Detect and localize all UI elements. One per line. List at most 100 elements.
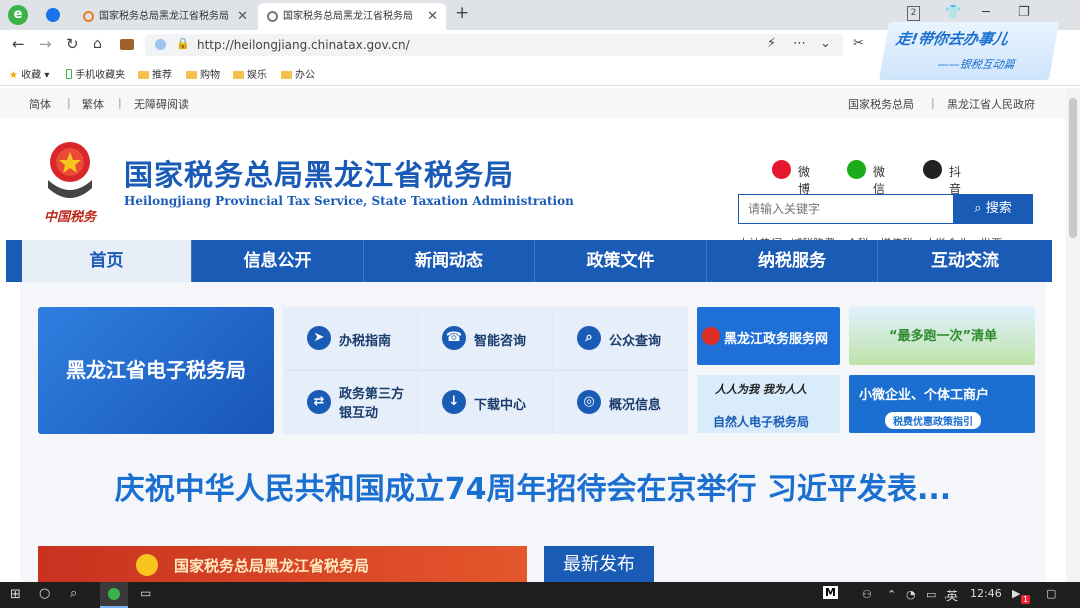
search-button[interactable]: ⌕ 搜索 — [953, 194, 1033, 224]
site-title[interactable]: 国家税务总局黑龙江省税务局 — [124, 152, 514, 194]
nav-info[interactable]: 信息公开 — [192, 240, 364, 282]
minimize-button[interactable]: ─ — [982, 6, 990, 20]
tab-1[interactable]: 国家税务总局黑龙江省税务局 ✕ — [74, 3, 256, 30]
telegram-icon[interactable] — [46, 8, 60, 22]
banner-gov-service[interactable]: 黑龙江政务服务网 — [697, 307, 840, 365]
zoom-icon[interactable]: ⌕ — [70, 586, 77, 601]
banner-run-once[interactable]: “最多跑一次”清单 — [849, 307, 1035, 365]
link-sta[interactable]: 国家税务总局 — [848, 96, 914, 112]
lightning-icon[interactable]: ⚡ — [767, 37, 776, 51]
banner-small-business[interactable]: 小微企业、个体工商户 税费优惠政策指引 — [849, 375, 1035, 433]
new-tab-button[interactable]: + — [455, 5, 469, 22]
close-icon[interactable]: ✕ — [427, 3, 438, 30]
wechat-icon — [847, 160, 866, 179]
bookmark-recommend[interactable]: 推荐 — [138, 66, 172, 81]
shield-icon — [155, 39, 166, 50]
divider: | — [931, 96, 935, 109]
globe-icon — [267, 11, 278, 22]
bookmark-office[interactable]: 办公 — [281, 66, 315, 81]
red-banner[interactable]: 国家税务总局黑龙江省税务局 — [38, 546, 527, 582]
banner-natural-person[interactable]: 人人为我 我为人人 自然人电子税务局 — [697, 375, 840, 433]
clock[interactable]: 12:46 — [970, 587, 1002, 600]
network-icon[interactable]: ◔ — [906, 588, 916, 601]
globe-icon: ◎ — [577, 390, 601, 414]
nav-service[interactable]: 纳税服务 — [707, 240, 878, 282]
search-circle-icon[interactable]: ○ — [39, 586, 50, 601]
url-text: http://heilongjiang.chinatax.gov.cn/ — [197, 38, 410, 52]
nav-news[interactable]: 新闻动态 — [364, 240, 535, 282]
site-title-en: Heilongjiang Provincial Tax Service, Sta… — [124, 194, 574, 208]
main-nav: 首页 信息公开 新闻动态 政策文件 纳税服务 互动交流 — [6, 240, 1052, 282]
service-guide[interactable]: ➤ 办税指南 — [283, 307, 417, 369]
home-icon[interactable]: ⌂ — [93, 37, 102, 51]
service-download[interactable]: ↓ 下载中心 — [418, 371, 552, 434]
emblem-icon[interactable] — [38, 140, 102, 206]
link-simplified[interactable]: 简体 — [29, 96, 51, 112]
chevron-down-icon[interactable]: ⌄ — [820, 37, 831, 51]
folder-icon — [233, 71, 244, 79]
folder-icon — [186, 71, 197, 79]
phone-icon — [66, 69, 72, 79]
nav-interaction[interactable]: 互动交流 — [878, 240, 1052, 282]
site-header: 中国税务 国家税务总局黑龙江省税务局 Heilongjiang Provinci… — [0, 118, 1066, 250]
more-icon[interactable]: ⋯ — [793, 37, 806, 51]
link-traditional[interactable]: 繁体 — [82, 96, 104, 112]
divider: | — [118, 96, 122, 109]
insecure-lock-icon[interactable]: 🔒 — [176, 37, 190, 51]
folder-icon — [281, 71, 292, 79]
search-input[interactable] — [738, 194, 954, 224]
tab-favicon-icon — [83, 11, 94, 22]
forward-icon[interactable]: → — [39, 37, 52, 52]
tab-count-button[interactable]: 2 — [907, 6, 920, 21]
tab-2[interactable]: 国家税务总局黑龙江省税务局 ✕ — [258, 3, 446, 30]
back-icon[interactable]: ← — [12, 37, 25, 52]
emblem-caption: 中国税务 — [44, 210, 97, 225]
scissors-icon[interactable]: ✂ — [853, 37, 864, 51]
link-accessibility[interactable]: 无障碍阅读 — [134, 96, 189, 112]
etax-button[interactable]: 黑龙江省电子税务局 — [38, 307, 274, 434]
chevron-up-icon[interactable]: ⌃ — [887, 588, 896, 601]
battery-icon[interactable]: ▭ — [926, 588, 936, 601]
service-overview[interactable]: ◎ 概况信息 — [553, 371, 688, 434]
reload-icon[interactable]: ↻ — [66, 37, 79, 52]
promo-subtitle: ——银税互动篇 — [936, 58, 1016, 71]
headline-link[interactable]: 庆祝中华人民共和国成立74周年招待会在京举行 习近平发表... — [0, 464, 1066, 508]
bookmark-mobile[interactable]: 手机收藏夹 — [66, 66, 125, 81]
top-strip: 简体 | 繁体 | 无障碍阅读 国家税务总局 | 黑龙江省人民政府 — [0, 88, 1066, 118]
service-consult[interactable]: ☎ 智能咨询 — [418, 307, 552, 369]
service-query[interactable]: ⌕ 公众查询 — [553, 307, 688, 369]
chevron-down-icon: ▾ — [44, 70, 50, 81]
close-icon[interactable]: ✕ — [237, 3, 248, 30]
headset-icon: ☎ — [442, 326, 466, 350]
action-center-icon[interactable]: ▢ — [1046, 587, 1056, 600]
divider: | — [67, 96, 71, 109]
service-bank-tax[interactable]: ⇄ 政务第三方银互动 — [283, 371, 417, 434]
tab-title: 国家税务总局黑龙江省税务局 — [283, 11, 413, 22]
m-app-icon[interactable]: M — [823, 586, 838, 599]
douyin-icon — [923, 160, 942, 179]
briefcase-icon[interactable] — [120, 39, 134, 50]
windows-start-icon[interactable]: ⊞ — [10, 587, 21, 602]
scrollbar-thumb[interactable] — [1069, 98, 1077, 238]
nav-home[interactable]: 首页 — [22, 240, 192, 282]
folder-icon — [138, 71, 149, 79]
shirt-icon[interactable]: 👕 — [945, 6, 961, 20]
ime-indicator[interactable]: 英 — [946, 587, 959, 604]
folder-search-icon: ⌕ — [577, 326, 601, 350]
scrollbar[interactable] — [1066, 88, 1080, 582]
bookmark-shopping[interactable]: 购物 — [186, 66, 220, 81]
nav-policy[interactable]: 政策文件 — [535, 240, 707, 282]
latest-tab[interactable]: 最新发布 — [544, 546, 654, 582]
link-provincial-gov[interactable]: 黑龙江省人民政府 — [947, 96, 1035, 112]
browser-taskbar-icon[interactable] — [100, 582, 128, 608]
download-icon: ↓ — [442, 390, 466, 414]
browser-logo-icon[interactable]: e — [8, 5, 28, 25]
search-icon: ⌕ — [974, 201, 982, 216]
bookmark-entertainment[interactable]: 娱乐 — [233, 66, 267, 81]
people-icon[interactable]: ⚇ — [862, 588, 872, 601]
emblem-icon — [702, 327, 720, 345]
media-icon[interactable]: ▶ — [1012, 587, 1020, 600]
video-icon[interactable]: ▭ — [140, 586, 151, 600]
restore-button[interactable]: ❐ — [1018, 6, 1030, 20]
bookmark-favorites[interactable]: ★ 收藏 ▾ — [9, 66, 49, 81]
